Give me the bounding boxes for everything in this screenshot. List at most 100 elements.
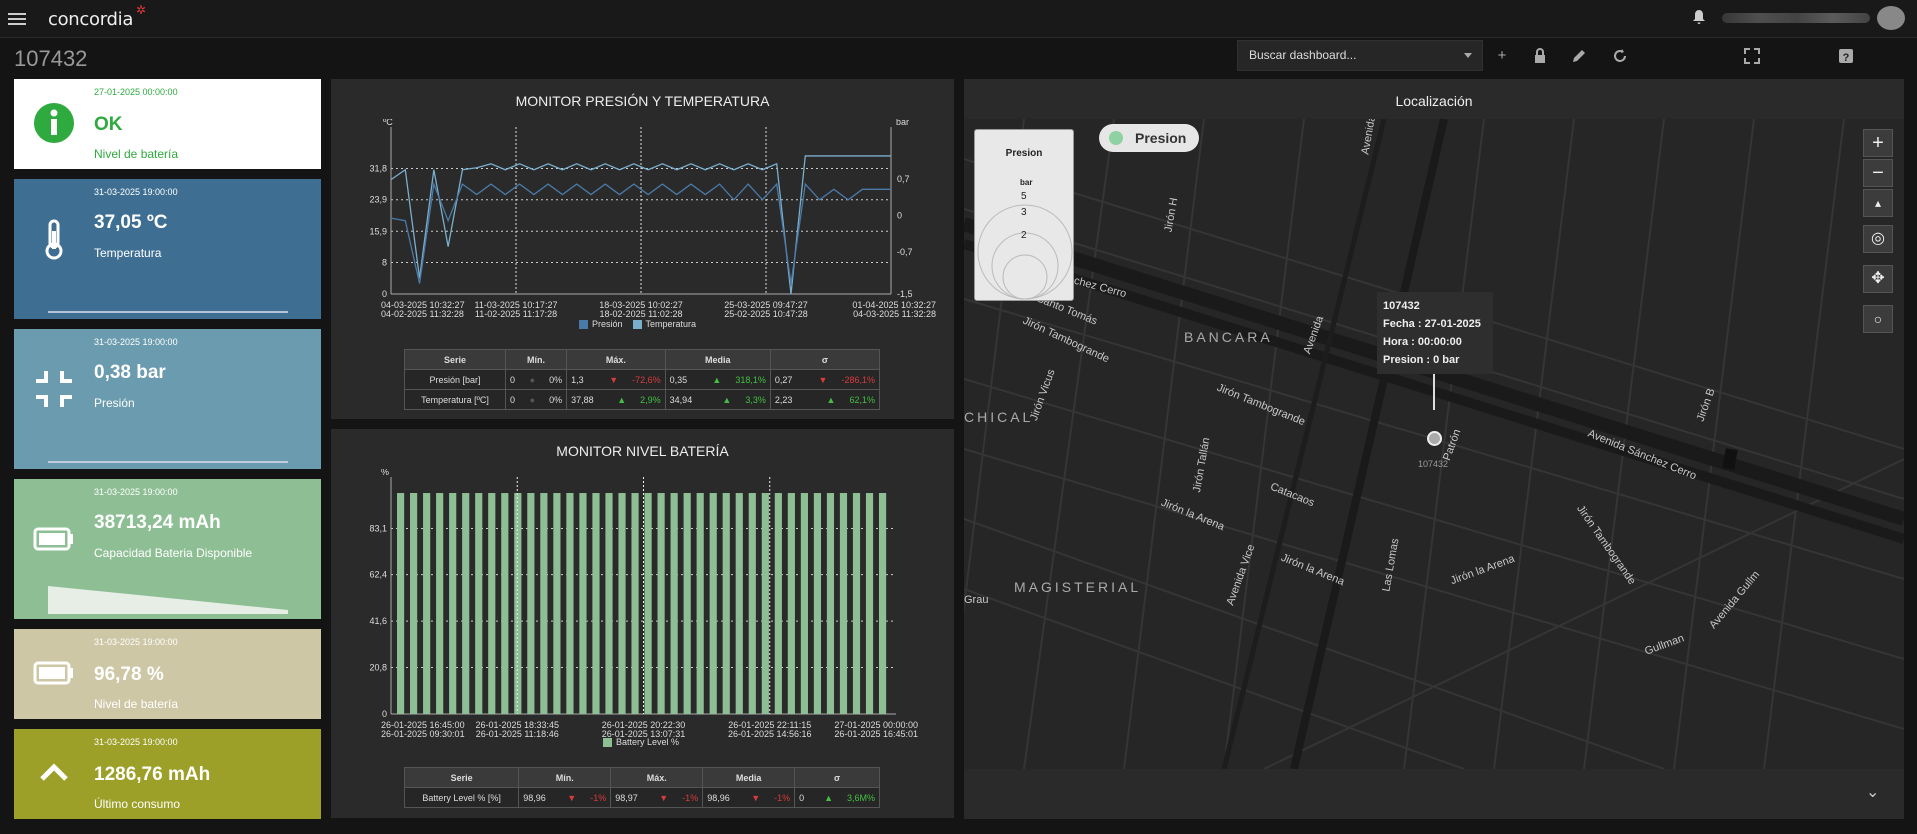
bar[interactable] (774, 493, 782, 714)
table-cell: 34,94 ▲ 3,3% (664, 389, 771, 410)
fullscreen-icon[interactable] (1742, 46, 1762, 66)
zoom-out-button[interactable]: − (1863, 159, 1893, 187)
bar[interactable] (865, 493, 874, 714)
bar[interactable] (839, 493, 848, 714)
y-tick-label: 41,6 (369, 616, 387, 626)
bar[interactable] (475, 493, 483, 714)
battery-level-chart[interactable]: %83,162,441,620,8026-01-2025 16:45:0026-… (331, 469, 954, 769)
kpi-card[interactable]: 31-03-2025 19:00:00 1286,76 mAh Último c… (14, 729, 321, 819)
layer-label: Presion (1135, 130, 1187, 146)
logo[interactable]: concordia (48, 9, 133, 30)
bar[interactable] (735, 493, 743, 714)
x-tick-label-compare: 26-01-2025 16:45:01 (834, 729, 918, 739)
bar[interactable] (696, 493, 704, 714)
y-tick-label: 31,8 (369, 164, 387, 174)
table-cell: 98,97 ▼ -1% (610, 787, 704, 808)
bar[interactable] (397, 493, 405, 714)
bar[interactable] (423, 493, 431, 714)
layers-icon[interactable]: ○ (1863, 305, 1893, 333)
bar[interactable] (878, 493, 887, 714)
refresh-icon[interactable] (1610, 46, 1630, 66)
bar[interactable] (605, 493, 613, 714)
bar[interactable] (501, 493, 509, 714)
compress-icon (36, 371, 72, 407)
bar[interactable] (553, 493, 561, 714)
bar[interactable] (410, 493, 418, 714)
legend-item-temperatura[interactable]: Temperatura (632, 319, 696, 330)
battery-icon (33, 527, 73, 551)
legend-item-presion[interactable]: Presión (579, 319, 623, 330)
avatar[interactable] (1877, 6, 1905, 30)
legend-title: Presion (1005, 148, 1043, 159)
bar[interactable] (592, 493, 600, 714)
bar[interactable] (631, 493, 639, 714)
y-tick-label: 0 (382, 289, 387, 299)
x-tick-label-compare: 18-02-2025 11:02:28 (600, 309, 683, 319)
panel-title: MONITOR NIVEL BATERÍA (556, 443, 729, 459)
expand-map-icon[interactable]: ✥ (1863, 265, 1893, 293)
kpi-card[interactable]: 31-03-2025 19:00:00 38713,24 mAh Capacid… (14, 479, 321, 619)
menu-icon[interactable] (8, 10, 26, 26)
series-name-cell: Presión [bar] (404, 369, 506, 390)
card-label: Temperatura (94, 246, 162, 260)
bar[interactable] (514, 493, 522, 714)
kpi-card[interactable]: 31-03-2025 19:00:00 37,05 ºC Temperatura (14, 179, 321, 319)
help-icon[interactable]: ? (1836, 46, 1856, 66)
bell-icon[interactable] (1692, 9, 1706, 25)
user-name[interactable] (1722, 13, 1870, 23)
bar[interactable] (787, 493, 795, 714)
bar[interactable] (579, 493, 587, 714)
map-marker[interactable] (1427, 431, 1442, 446)
card-sparkline (48, 311, 288, 313)
table-header: Serie (403, 767, 520, 788)
y2-tick-label: -0,7 (897, 247, 913, 257)
card-value: 0,38 bar (94, 362, 166, 383)
bar[interactable] (722, 493, 730, 714)
bar[interactable] (462, 493, 470, 714)
table-header: Máx. (610, 767, 704, 788)
kpi-card[interactable]: 31-03-2025 19:00:00 0,38 bar Presión (14, 329, 321, 469)
table-cell: 98,96 ▼ -1% (702, 787, 796, 808)
bar[interactable] (761, 493, 769, 714)
chevron-down-icon[interactable]: ⌄ (1866, 782, 1886, 802)
table-row: Presión [bar] 0 ● 0% 1,3 ▼ -72,6% 0,35 ▲ 318,1… (404, 369, 881, 390)
bar[interactable] (683, 493, 691, 714)
compass-icon[interactable]: ▴ (1863, 189, 1893, 217)
locate-icon[interactable]: ◎ (1863, 225, 1893, 253)
layer-toggle[interactable]: Presion (1099, 124, 1199, 152)
pressure-temperature-chart[interactable]: ºC bar 31,8 23,9 15,9 8 0 0,7 0 -0,7 -1,5 04-03-202… (331, 119, 954, 319)
dashboard-search-select[interactable]: Buscar dashboard... (1237, 40, 1483, 71)
kpi-card[interactable]: 27-01-2025 00:00:00 OK Nivel de batería (14, 79, 321, 169)
bar[interactable] (657, 493, 665, 714)
map-view[interactable]: Sánchez Cerro Jirón Santo Tomás Jirón Tamb… (964, 119, 1904, 769)
legend-item-battery[interactable]: Battery Level % (603, 737, 679, 748)
bar[interactable] (644, 493, 652, 714)
bar[interactable] (826, 493, 835, 714)
bar[interactable] (618, 493, 626, 714)
edit-icon[interactable] (1569, 46, 1589, 66)
zoom-in-button[interactable]: + (1863, 129, 1893, 157)
bar[interactable] (748, 493, 756, 714)
add-icon[interactable]: + (1492, 46, 1512, 66)
bar[interactable] (449, 493, 457, 714)
card-value: 38713,24 mAh (94, 512, 221, 533)
bar[interactable] (488, 493, 496, 714)
table-cell: 0 ● 0% (504, 369, 568, 390)
bar[interactable] (540, 493, 548, 714)
kpi-card[interactable]: 31-03-2025 19:00:00 96,78 % Nivel de bat… (14, 629, 321, 719)
bar[interactable] (800, 493, 808, 714)
bar[interactable] (566, 493, 574, 714)
bar[interactable] (670, 493, 678, 714)
bar[interactable] (436, 493, 444, 714)
bar[interactable] (709, 493, 717, 714)
bar[interactable] (527, 493, 535, 714)
bar[interactable] (813, 493, 822, 714)
stats-table: Serie Mín. Máx. Media σ Battery Level % [%] 98… (403, 767, 880, 808)
arrow-down-icon: ▼ (659, 792, 669, 803)
dot-icon: ● (529, 394, 536, 405)
bar[interactable] (852, 493, 861, 714)
info-icon (34, 103, 74, 143)
y-axis-label: ºC (383, 119, 393, 127)
lock-icon[interactable] (1530, 46, 1550, 66)
map-title: Localización (1395, 93, 1473, 109)
